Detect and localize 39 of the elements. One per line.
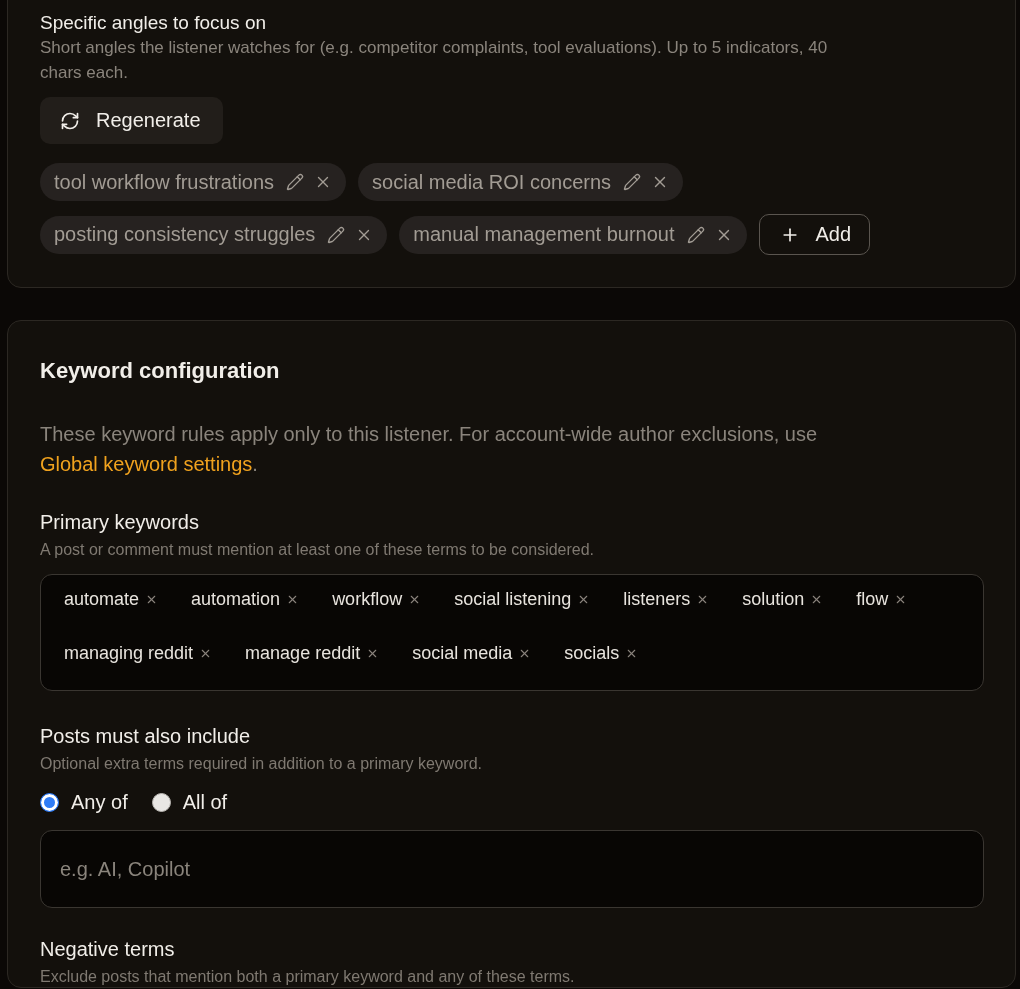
radio-button[interactable]	[40, 792, 59, 812]
keyword-tag: manage reddit	[245, 642, 361, 664]
keyword-tag: social media	[412, 642, 513, 664]
chip-label: manual management burnout	[413, 223, 675, 246]
keyword-tag: automate	[64, 588, 140, 610]
pencil-icon[interactable]	[327, 225, 346, 244]
field-hint: Optional extra terms required in addition to a primary keyword.	[40, 754, 483, 774]
section-description: Short angles the listener watches for (e.g. competitor complaints, tool evaluations). Up to 5 indicators, 40 chars each.	[40, 37, 829, 84]
chip-label: posting consistency struggles	[54, 223, 316, 246]
keyword-tag: listeners	[623, 588, 691, 610]
field-label: Negative terms	[40, 937, 176, 962]
global-settings-link[interactable]: Global keyword settings	[40, 453, 253, 475]
card-title: Keyword configuration	[40, 357, 281, 385]
keyword-tag: workflow	[332, 588, 403, 610]
pencil-icon[interactable]	[686, 225, 705, 244]
keyword-tag: social listening	[454, 588, 572, 610]
keyword-tag: flow	[856, 588, 889, 610]
keyword-tag: socials	[564, 642, 620, 664]
field-hint: A post or comment must mention at least one of these terms to be considered.	[40, 540, 596, 560]
keyword-tag: managing reddit	[64, 642, 194, 664]
input-field[interactable]: e.g. AI, Copilot	[40, 830, 984, 908]
field-hint: Exclude posts that mention both a primary keyword and any of these terms.	[40, 967, 576, 987]
keyword-tag: solution	[742, 588, 805, 610]
pencil-icon[interactable]	[623, 173, 642, 191]
field-label: Primary keywords	[40, 510, 200, 535]
regenerate-button[interactable]: Regenerate	[40, 97, 223, 144]
keyword-tag-field[interactable]: automate automation workflow social listening listeners solution flow managing reddit manage reddit social media socials	[40, 574, 984, 691]
section-title: Specific angles to focus on	[40, 11, 268, 35]
radio-button[interactable]	[151, 792, 171, 812]
chip-label: tool workflow frustrations	[54, 170, 275, 194]
add-button[interactable]: Add	[758, 214, 871, 255]
field-label: Posts must also include	[40, 724, 252, 749]
radio-label[interactable]: All of	[182, 790, 228, 814]
refresh-icon	[60, 110, 80, 131]
pencil-icon[interactable]	[286, 173, 305, 191]
radio-label[interactable]: Any of	[71, 790, 128, 814]
chip-label: social media ROI concerns	[372, 170, 612, 194]
keyword-tag: automation	[191, 588, 281, 610]
keyword-note: These keyword rules apply only to this listener. For account-wide author exclusions, use Global keyword settings.	[40, 422, 819, 477]
